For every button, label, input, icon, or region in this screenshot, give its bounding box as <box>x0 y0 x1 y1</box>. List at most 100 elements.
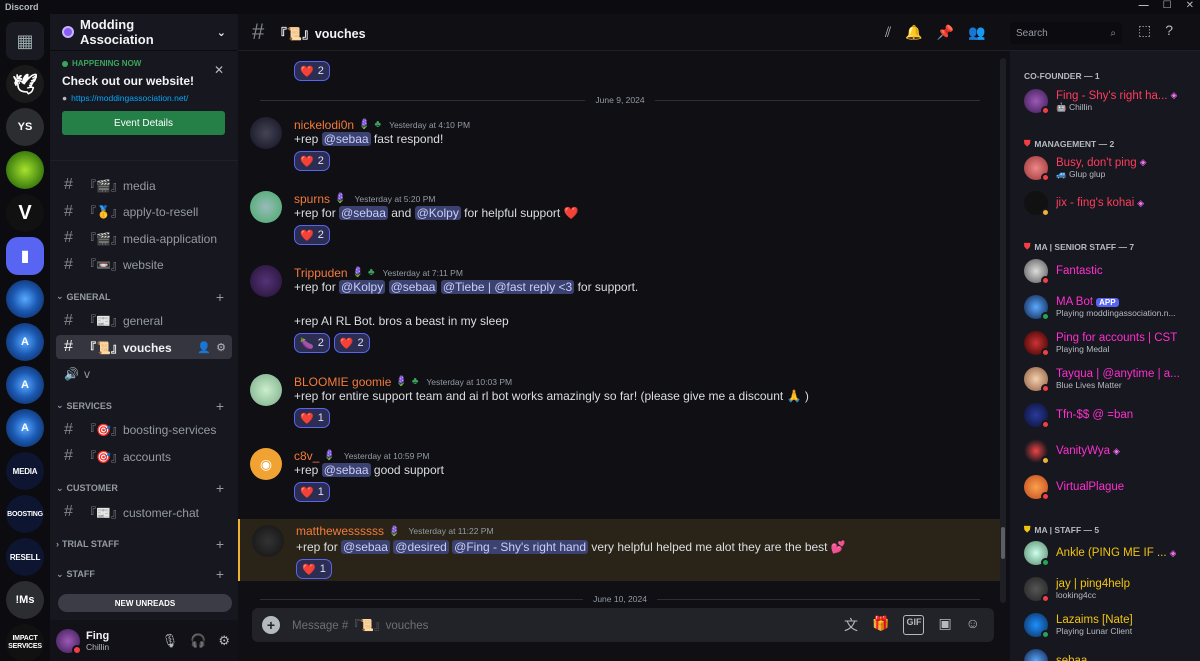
user-mention[interactable]: @desired <box>393 540 449 554</box>
avatar[interactable] <box>250 374 282 406</box>
minimize-icon[interactable]: — <box>1139 0 1149 11</box>
scrollbar-thumb[interactable] <box>1001 527 1005 559</box>
maximize-icon[interactable]: ☐ <box>1163 0 1172 11</box>
reaction-button[interactable]: 🍆 2 <box>294 333 330 353</box>
add-channel-icon[interactable]: + <box>216 536 224 552</box>
microphone-icon[interactable]: 🎙 <box>162 633 179 649</box>
upload-plus-icon[interactable]: + <box>262 616 280 634</box>
server-ms[interactable]: !Ms <box>6 581 44 619</box>
member-item[interactable]: Ping for accounts | CST Playing Medal <box>1024 327 1196 359</box>
gif-icon[interactable]: GIF <box>903 615 925 635</box>
member-item[interactable]: MA Bot APP Playing moddingassociation.n... <box>1024 291 1196 323</box>
add-channel-icon[interactable]: + <box>216 398 224 414</box>
server-icon-phoenix[interactable]: 🕊 <box>6 65 44 103</box>
new-unreads-pill[interactable]: NEW UNREADS <box>58 594 232 612</box>
member-item[interactable]: jay | ping4help looking4cc <box>1024 573 1196 605</box>
channel-media-application[interactable]: # 『🎬』media-application <box>56 226 232 250</box>
pin-icon[interactable]: 📌 <box>937 24 954 41</box>
avatar[interactable]: ◉ <box>250 448 282 480</box>
member-item[interactable]: VanityWya ◈ <box>1024 435 1196 467</box>
user-mention[interactable]: @Kolpy <box>414 206 461 220</box>
member-item[interactable]: jix - fing's kohai ◈ <box>1024 187 1196 219</box>
message[interactable]: spurns 🪻 Yesterday at 5:20 PM +rep for @se… <box>238 185 1000 257</box>
invite-icon[interactable]: 👤 <box>197 341 211 354</box>
channel-voice-v[interactable]: 🔊 v <box>56 362 232 386</box>
user-mention[interactable]: @sebaa <box>341 540 390 554</box>
member-item[interactable]: Tfn-$$ @ =ban <box>1024 399 1196 431</box>
server-icon-chip[interactable]: ▦ <box>6 22 44 60</box>
user-mention[interactable]: @Fing - Shy's right hand <box>452 540 589 554</box>
member-item[interactable]: Fantastic <box>1024 255 1196 287</box>
avatar[interactable] <box>56 628 82 655</box>
sticker-icon[interactable]: ▣ <box>938 615 951 635</box>
server-icon-blue-2[interactable]: A <box>6 323 44 361</box>
reaction-button[interactable]: ❤️ 2 <box>333 333 370 353</box>
search-input[interactable]: Search ⌕ <box>1010 22 1122 44</box>
category-general[interactable]: ⌄ GENERAL + <box>56 287 232 307</box>
channel-customer-chat[interactable]: # 『📰』customer-chat <box>56 500 232 524</box>
user-mention[interactable]: @sebaa <box>388 280 438 294</box>
avatar[interactable] <box>250 117 282 149</box>
server-ys[interactable]: YS <box>6 108 44 146</box>
help-icon[interactable]: ? <box>1165 22 1173 39</box>
reaction-button[interactable]: ❤️ 1 <box>294 482 330 502</box>
reaction-button[interactable]: ❤️ 1 <box>296 559 332 579</box>
channel-accounts[interactable]: # 『🎯』accounts <box>56 444 232 468</box>
message-author[interactable]: Trippuden <box>294 266 348 280</box>
message[interactable]: ◉ c8v_ 🪻 Yesterday at 10:59 PM +rep @sebaa… <box>238 442 1000 514</box>
category-services[interactable]: ⌄ SERVICES + <box>56 396 232 416</box>
member-list-icon[interactable]: 👥 <box>968 24 985 41</box>
event-location[interactable]: ● https://moddingassociation.net/ <box>62 93 232 103</box>
guild-header[interactable]: Modding Association ⌄ <box>50 14 238 51</box>
category-staff[interactable]: ⌄ STAFF + <box>56 564 232 584</box>
member-item[interactable]: VirtualPlague <box>1024 471 1196 503</box>
event-details-button[interactable]: Event Details <box>62 111 225 135</box>
server-folder[interactable]: ▮ <box>6 237 44 275</box>
avatar[interactable] <box>250 265 282 297</box>
user-mention[interactable]: @sebaa <box>339 206 388 220</box>
gear-icon[interactable]: ⚙ <box>216 341 226 354</box>
message[interactable]: BLOOMIE goomie 🪻 ♣ Yesterday at 10:03 PM +r… <box>238 368 1000 440</box>
emoji-icon[interactable]: ☺ <box>966 615 980 635</box>
server-boosting[interactable]: BOOSTING <box>6 495 44 533</box>
avatar[interactable] <box>250 191 282 223</box>
channel-media[interactable]: # 『🎬』media <box>56 173 232 197</box>
server-resell[interactable]: RESELL <box>6 538 44 576</box>
gear-icon[interactable]: ⚙ <box>218 633 230 649</box>
event-url[interactable]: https://moddingassociation.net/ <box>71 93 188 103</box>
threads-icon[interactable]: ⫽ <box>885 24 891 41</box>
user-mention[interactable]: @sebaa <box>321 132 371 146</box>
message-author[interactable]: BLOOMIE goomie <box>294 375 391 389</box>
server-impact[interactable]: IMPACT SERVICES <box>6 624 44 661</box>
message-highlighted[interactable]: matthewessssss 🪻 Yesterday at 11:22 PM +re… <box>238 519 1000 581</box>
channel-website[interactable]: # 『📼』website <box>56 253 232 277</box>
channel-vouches[interactable]: # 『📜』vouches 👤 ⚙ <box>56 335 232 359</box>
message-author[interactable]: c8v_ <box>294 449 319 463</box>
chevron-down-icon[interactable]: ⌄ <box>217 26 226 39</box>
server-icon-v[interactable]: V <box>6 194 44 232</box>
message[interactable]: nickelodi0n 🪻 ♣ Yesterday at 4:10 PM +rep @… <box>238 111 1000 183</box>
user-mention[interactable]: @Kolpy <box>339 280 386 294</box>
reaction-button[interactable]: ❤️ 1 <box>294 408 330 428</box>
user-mention[interactable]: @Tiebe | @fast reply <3 <box>440 280 575 294</box>
channel-general[interactable]: # 『📰』general <box>56 309 232 333</box>
member-item[interactable]: Lazaims [Nate] Playing Lunar Client <box>1024 609 1196 641</box>
server-icon-blue-4[interactable]: A <box>6 409 44 447</box>
inbox-icon[interactable]: ⬚ <box>1138 22 1151 39</box>
server-media[interactable]: MEDIA <box>6 452 44 490</box>
server-icon-blue-1[interactable] <box>6 280 44 318</box>
reaction-button[interactable]: ❤️ 2 <box>294 151 330 171</box>
channel-apply-to-resell[interactable]: # 『🥇』apply-to-resell <box>56 200 232 224</box>
server-icon-green[interactable] <box>6 151 44 189</box>
category-customer[interactable]: ⌄ CUSTOMER + <box>56 478 232 498</box>
add-channel-icon[interactable]: + <box>216 289 224 305</box>
message-author[interactable]: matthewessssss <box>296 524 384 538</box>
headphones-icon[interactable]: 🎧 <box>190 633 206 649</box>
member-item[interactable]: Busy, don't ping ◈ 🚙 Glup glup <box>1024 152 1196 184</box>
close-icon[interactable]: ✕ <box>214 63 224 77</box>
message-author[interactable]: spurns <box>294 192 330 206</box>
channel-boosting-services[interactable]: # 『🎯』boosting-services <box>56 418 232 442</box>
close-icon[interactable]: ✕ <box>1186 0 1194 11</box>
member-item[interactable]: Ankle (PING ME IF ... ◈ <box>1024 537 1196 569</box>
category-trial-staff[interactable]: › TRIAL STAFF + <box>56 534 232 554</box>
